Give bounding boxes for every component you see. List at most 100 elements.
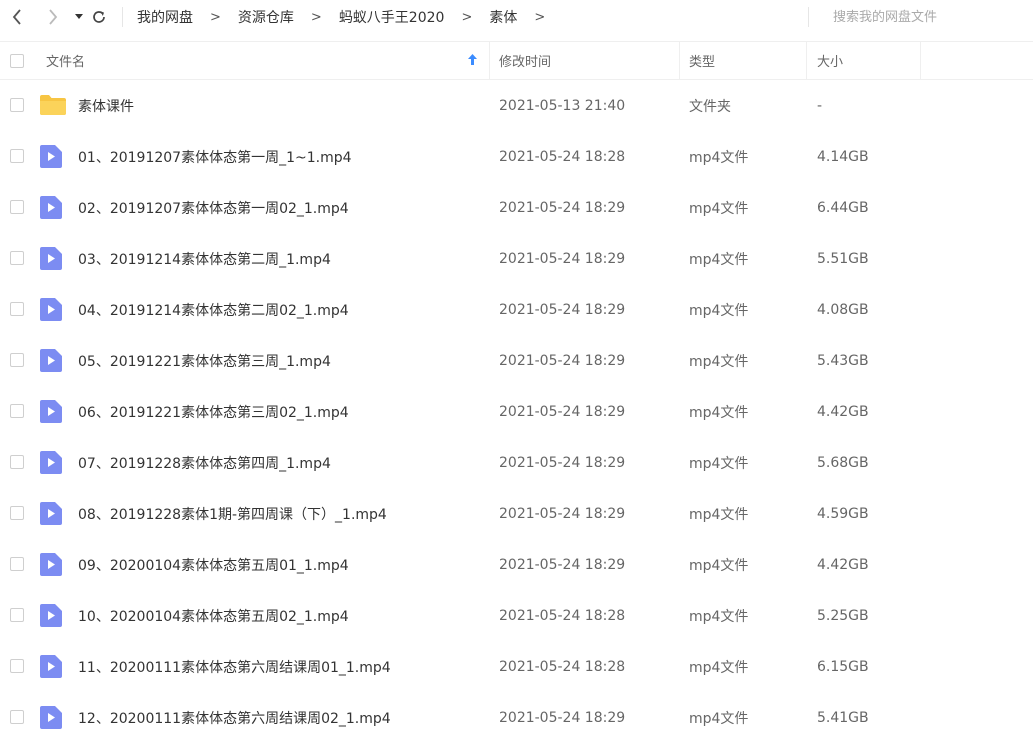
breadcrumb-item-my-drive[interactable]: 我的网盘 [137,7,193,27]
row-checkbox[interactable] [10,251,24,265]
column-divider[interactable] [920,42,921,79]
refresh-button[interactable] [88,5,110,29]
file-size: 5.41GB [817,709,869,726]
column-header-modified[interactable]: 修改时间 [499,42,551,79]
file-type: mp4文件 [689,353,749,370]
breadcrumb-item-collection[interactable]: 蚂蚁八手王2020 [339,7,445,27]
breadcrumb-separator: > [210,9,221,25]
file-list-header: 文件名 修改时间 类型 大小 [0,41,1033,80]
column-header-type[interactable]: 类型 [689,42,715,79]
file-name[interactable]: 02、20191207素体体态第一周02_1.mp4 [78,182,349,233]
file-modified: 2021-05-24 18:29 [499,352,626,369]
row-checkbox[interactable] [10,98,24,112]
breadcrumb: 我的网盘 > 资源仓库 > 蚂蚁八手王2020 > 素体 > [137,7,562,27]
column-divider[interactable] [806,42,807,79]
file-modified: 2021-05-24 18:29 [499,199,626,216]
video-file-icon [40,145,62,168]
file-type: mp4文件 [689,404,749,421]
file-row[interactable]: 11、20200111素体体态第六周结课周01_1.mp4 2021-05-24… [0,641,1033,692]
video-file-icon [40,196,62,219]
file-row[interactable]: 03、20191214素体体态第二周_1.mp4 2021-05-24 18:2… [0,233,1033,284]
file-modified: 2021-05-13 21:40 [499,97,626,114]
chevron-left-icon [12,9,21,25]
row-checkbox[interactable] [10,404,24,418]
file-name[interactable]: 06、20191221素体体态第三周02_1.mp4 [78,386,349,437]
select-all-checkbox[interactable] [10,54,24,68]
file-row[interactable]: 01、20191207素体体态第一周_1~1.mp4 2021-05-24 18… [0,131,1033,182]
file-modified: 2021-05-24 18:29 [499,505,626,522]
row-checkbox[interactable] [10,506,24,520]
file-type: 文件夹 [689,98,731,115]
row-checkbox[interactable] [10,353,24,367]
file-size: 6.44GB [817,199,869,216]
toolbar-divider [122,7,123,27]
file-size: 5.25GB [817,607,869,624]
arrow-up-icon[interactable] [468,54,477,69]
row-checkbox[interactable] [10,710,24,724]
file-row[interactable]: 02、20191207素体体态第一周02_1.mp4 2021-05-24 18… [0,182,1033,233]
file-row[interactable]: 10、20200104素体体态第五周02_1.mp4 2021-05-24 18… [0,590,1033,641]
forward-button[interactable] [42,5,64,29]
video-file-icon [40,502,62,525]
file-modified: 2021-05-24 18:28 [499,148,626,165]
file-type: mp4文件 [689,608,749,625]
row-checkbox[interactable] [10,557,24,571]
file-size: 6.15GB [817,658,869,675]
file-row[interactable]: 07、20191228素体体态第四周_1.mp4 2021-05-24 18:2… [0,437,1033,488]
row-checkbox[interactable] [10,455,24,469]
file-size: 4.42GB [817,403,869,420]
file-type: mp4文件 [689,200,749,217]
video-file-icon [40,400,62,423]
column-divider[interactable] [679,42,680,79]
file-row[interactable]: 04、20191214素体体态第二周02_1.mp4 2021-05-24 18… [0,284,1033,335]
file-name[interactable]: 08、20191228素体1期-第四周课（下）_1.mp4 [78,488,387,539]
file-name[interactable]: 03、20191214素体体态第二周_1.mp4 [78,233,331,284]
row-checkbox[interactable] [10,149,24,163]
file-modified: 2021-05-24 18:29 [499,709,626,726]
file-type: mp4文件 [689,506,749,523]
breadcrumb-item-current[interactable]: 素体 [489,7,517,27]
file-name[interactable]: 01、20191207素体体态第一周_1~1.mp4 [78,131,352,182]
row-checkbox[interactable] [10,200,24,214]
file-type: mp4文件 [689,710,749,727]
file-name[interactable]: 05、20191221素体体态第三周_1.mp4 [78,335,331,386]
file-name[interactable]: 素体课件 [78,80,134,131]
chevron-right-icon [49,9,58,25]
file-name[interactable]: 04、20191214素体体态第二周02_1.mp4 [78,284,349,335]
column-divider[interactable] [489,42,490,79]
file-row[interactable]: 06、20191221素体体态第三周02_1.mp4 2021-05-24 18… [0,386,1033,437]
file-name[interactable]: 07、20191228素体体态第四周_1.mp4 [78,437,331,488]
refresh-icon [93,11,105,23]
column-header-name[interactable]: 文件名 [46,42,85,79]
file-row[interactable]: 09、20200104素体体态第五周01_1.mp4 2021-05-24 18… [0,539,1033,590]
file-size: 4.14GB [817,148,869,165]
file-name[interactable]: 12、20200111素体体态第六周结课周02_1.mp4 [78,692,391,743]
row-checkbox[interactable] [10,302,24,316]
file-modified: 2021-05-24 18:29 [499,250,626,267]
file-row[interactable]: 素体课件 2021-05-13 21:40 文件夹 - [0,80,1033,131]
history-dropdown-button[interactable] [72,5,86,29]
file-row[interactable]: 05、20191221素体体态第三周_1.mp4 2021-05-24 18:2… [0,335,1033,386]
column-header-size[interactable]: 大小 [817,42,843,79]
file-type: mp4文件 [689,659,749,676]
breadcrumb-item-resources[interactable]: 资源仓库 [238,7,294,27]
row-checkbox[interactable] [10,608,24,622]
file-modified: 2021-05-24 18:29 [499,556,626,573]
file-size: 5.43GB [817,352,869,369]
video-file-icon [40,349,62,372]
file-row[interactable]: 08、20191228素体1期-第四周课（下）_1.mp4 2021-05-24… [0,488,1033,539]
file-modified: 2021-05-24 18:28 [499,658,626,675]
file-modified: 2021-05-24 18:29 [499,454,626,471]
file-name[interactable]: 10、20200104素体体态第五周02_1.mp4 [78,590,349,641]
back-button[interactable] [6,5,28,29]
file-type: mp4文件 [689,557,749,574]
file-name[interactable]: 09、20200104素体体态第五周01_1.mp4 [78,539,349,590]
file-modified: 2021-05-24 18:29 [499,403,626,420]
file-type: mp4文件 [689,302,749,319]
file-size: - [817,97,823,114]
folder-icon [40,95,66,115]
row-checkbox[interactable] [10,659,24,673]
search-input[interactable] [831,8,1033,26]
file-row[interactable]: 12、20200111素体体态第六周结课周02_1.mp4 2021-05-24… [0,692,1033,743]
file-name[interactable]: 11、20200111素体体态第六周结课周01_1.mp4 [78,641,391,692]
